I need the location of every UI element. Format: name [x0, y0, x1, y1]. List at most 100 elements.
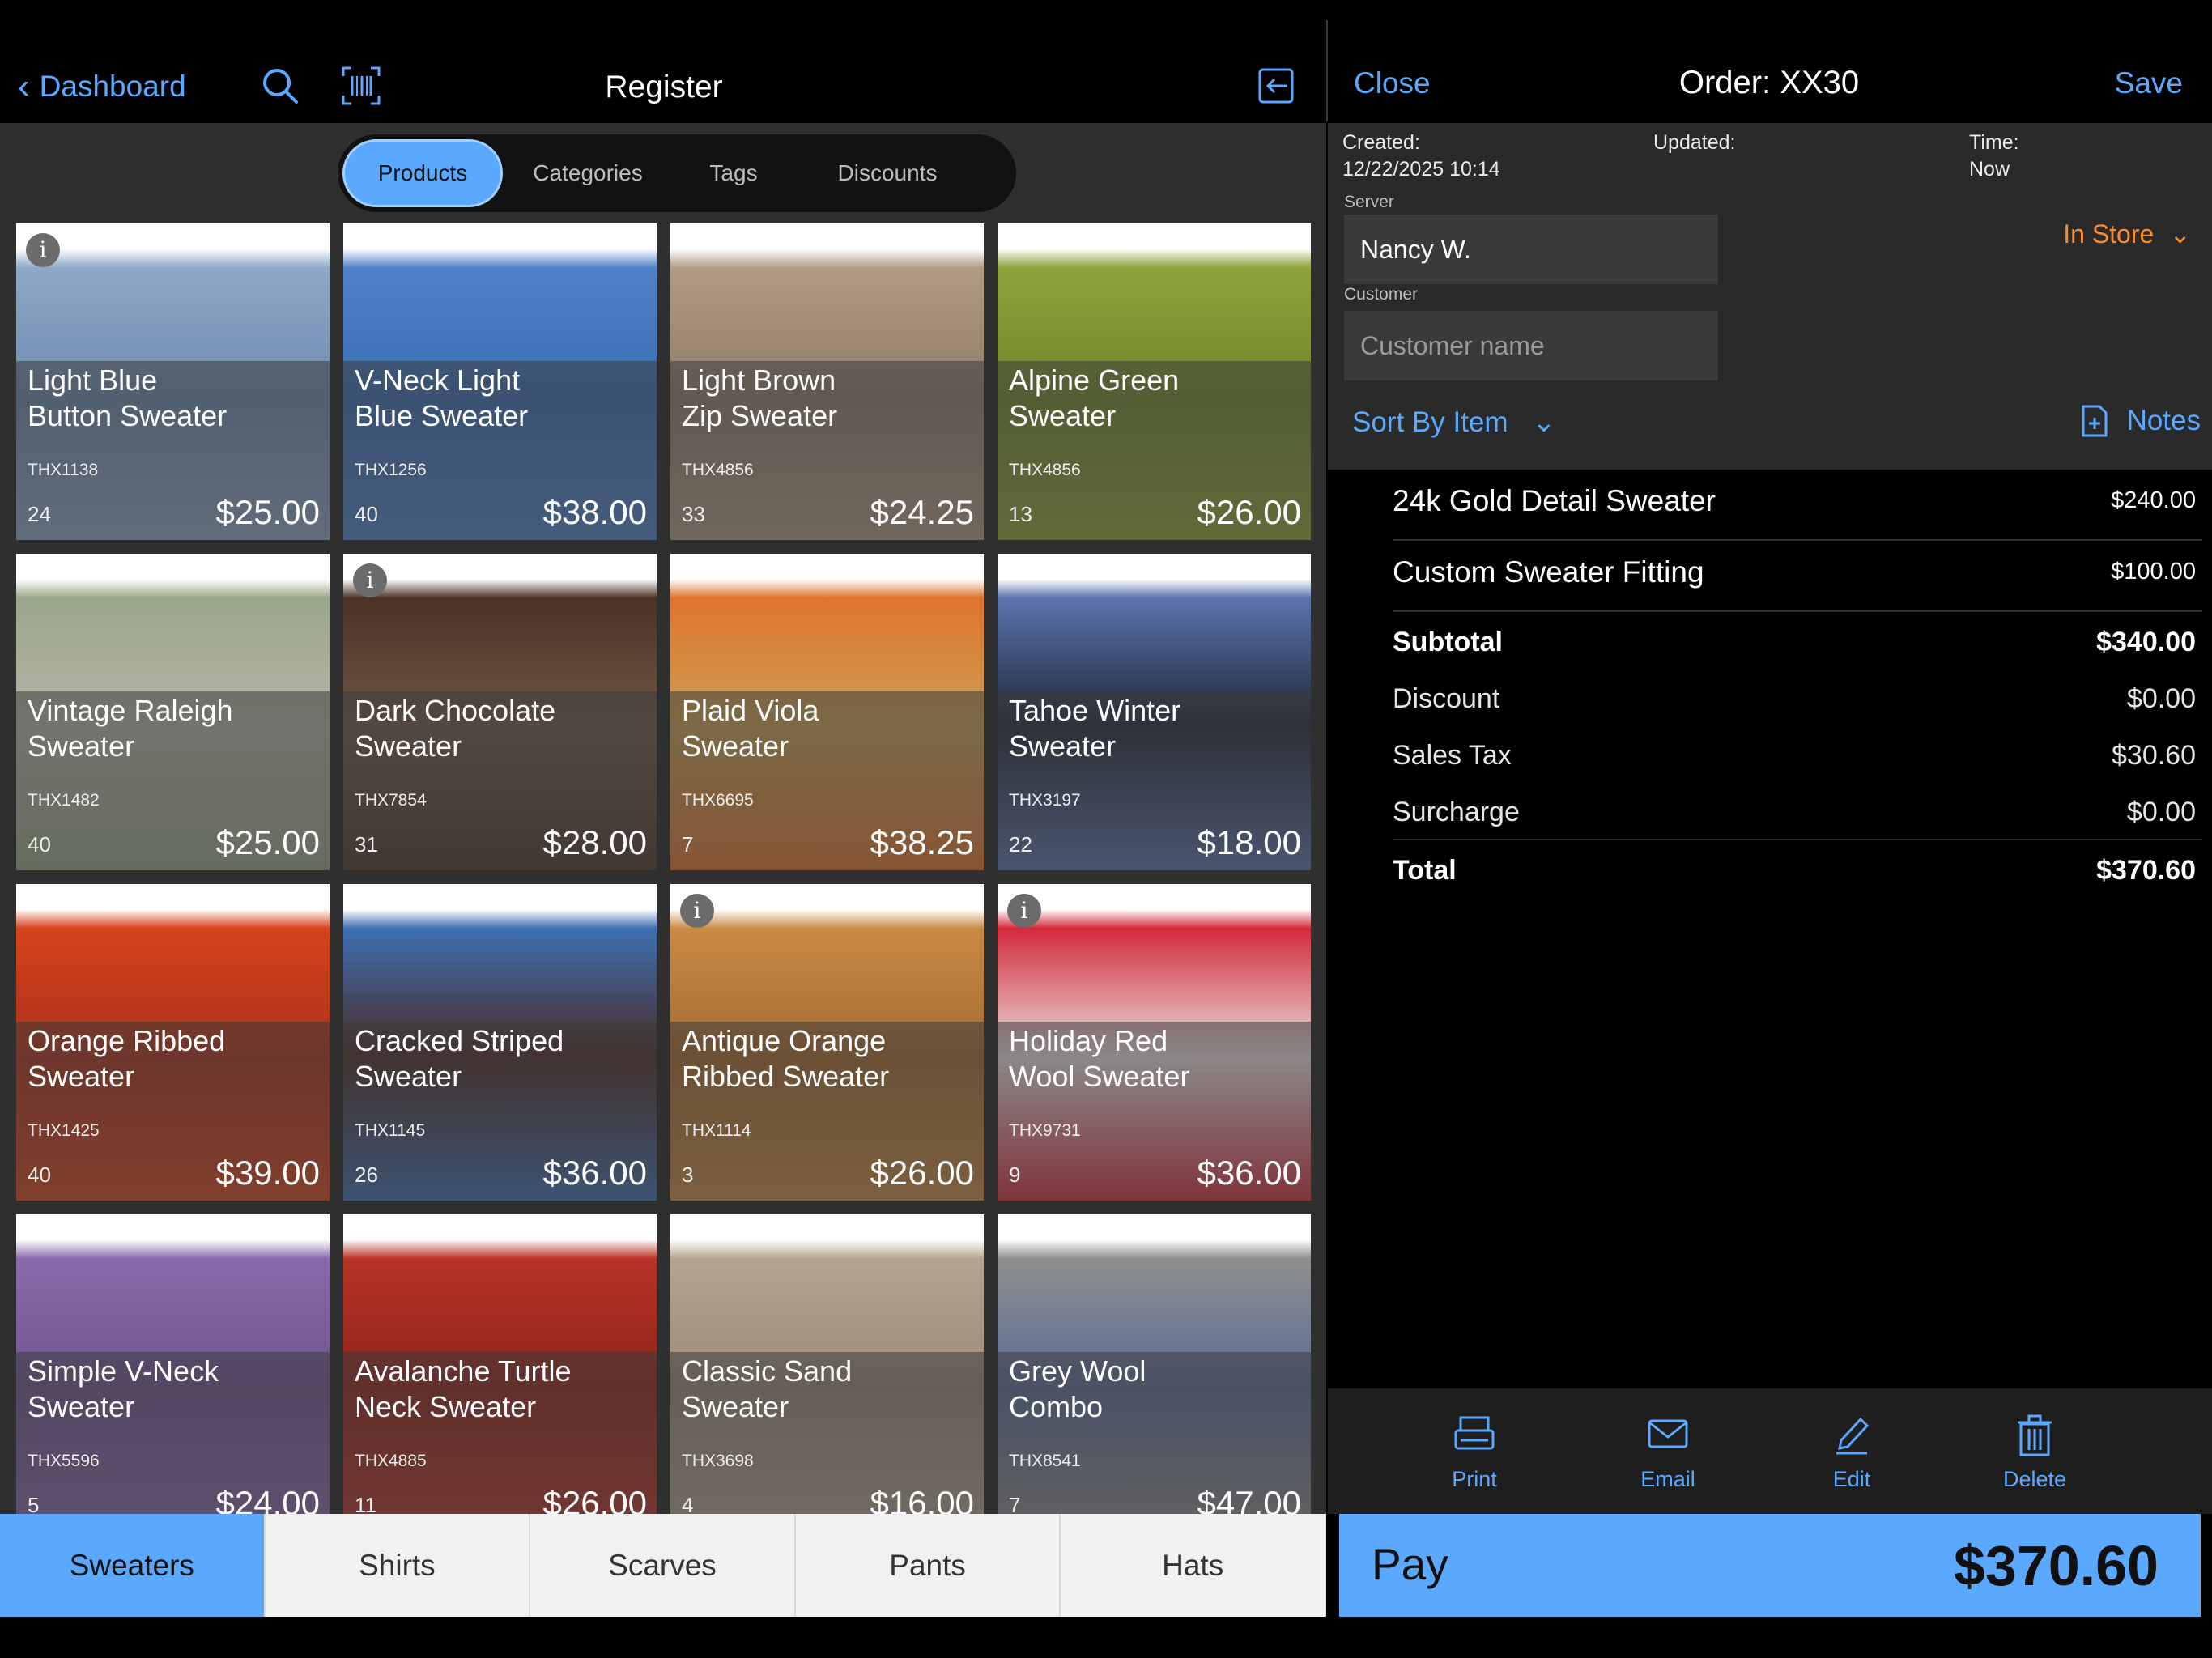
info-icon[interactable]: i	[353, 563, 387, 597]
product-price: $39.00	[215, 1154, 320, 1192]
segment-products[interactable]: Products	[342, 139, 503, 207]
product-sku: THX3197	[1009, 791, 1081, 810]
order-actions-bar: Print Email Edit Delete	[1328, 1388, 2212, 1514]
category-tab-hats[interactable]: Hats	[1061, 1514, 1326, 1617]
server-label: Server	[1344, 193, 1394, 211]
product-card[interactable]: Light Brown Zip Sweater THX4856 33 $24.25	[670, 223, 984, 540]
product-sku: THX1114	[682, 1121, 751, 1140]
order-type-dropdown[interactable]: In Store ⌄	[2063, 219, 2191, 249]
line-item-name: Custom Sweater Fitting	[1393, 555, 1704, 589]
order-form: Server Nancy W. Customer Customer name I…	[1328, 186, 2212, 470]
summary-row-surcharge: Surcharge $0.00	[1393, 782, 2202, 839]
order-line-item[interactable]: Custom Sweater Fitting $100.00	[1393, 541, 2202, 612]
product-card[interactable]: Avalanche Turtle Neck Sweater THX4885 11 $2…	[343, 1214, 657, 1514]
updated-label: Updated:	[1653, 131, 1736, 154]
product-card[interactable]: i Dark Chocolate Sweater THX7854 31 $28.00	[343, 554, 657, 870]
barcode-scan-icon[interactable]	[340, 65, 382, 107]
product-name: Dark Chocolate Sweater	[355, 694, 556, 763]
product-stock-count: 40	[355, 502, 378, 526]
product-card[interactable]: Alpine Green Sweater THX4856 13 $26.00	[998, 223, 1311, 540]
server-field[interactable]: Nancy W.	[1344, 215, 1718, 284]
category-tab-shirts[interactable]: Shirts	[266, 1514, 531, 1617]
product-name: Antique Orange Ribbed Sweater	[682, 1024, 890, 1093]
summary-value: $370.60	[2096, 855, 2196, 886]
dashboard-label: Dashboard	[39, 70, 186, 103]
product-sku: THX7854	[355, 791, 427, 810]
product-price: $28.00	[542, 823, 647, 861]
close-button[interactable]: Close	[1354, 66, 1431, 100]
summary-row-discount: Discount $0.00	[1393, 669, 2202, 725]
category-tab-scarves[interactable]: Scarves	[530, 1514, 796, 1617]
category-tab-pants[interactable]: Pants	[796, 1514, 1061, 1617]
product-name: V-Neck Light Blue Sweater	[355, 363, 529, 432]
product-price: $47.00	[1197, 1484, 1301, 1514]
order-meta: Created: 12/22/2025 10:14 Updated: Time:…	[1328, 123, 2212, 186]
product-card[interactable]: Plaid Viola Sweater THX6695 7 $38.25	[670, 554, 984, 870]
product-price: $26.00	[1197, 493, 1301, 531]
product-stock-count: 5	[28, 1493, 40, 1514]
product-sku: THX3698	[682, 1452, 754, 1470]
info-icon[interactable]: i	[680, 894, 714, 928]
category-tab-sweaters[interactable]: Sweaters	[0, 1514, 266, 1617]
product-name: Alpine Green Sweater	[1009, 363, 1180, 432]
product-card[interactable]: Vintage Raleigh Sweater THX1482 40 $25.00	[16, 554, 330, 870]
email-button[interactable]: Email	[1611, 1413, 1725, 1492]
product-sku: THX1425	[28, 1121, 100, 1140]
product-price: $24.25	[870, 493, 974, 531]
product-card[interactable]: V-Neck Light Blue Sweater THX1256 40 $38.00	[343, 223, 657, 540]
line-item-price: $240.00	[2111, 487, 2196, 513]
product-stock-count: 4	[682, 1493, 694, 1514]
segment-tags[interactable]: Tags	[673, 139, 794, 207]
product-name: Tahoe Winter Sweater	[1009, 694, 1181, 763]
product-card[interactable]: Classic Sand Sweater THX3698 4 $16.00	[670, 1214, 984, 1514]
product-card[interactable]: Orange Ribbed Sweater THX1425 40 $39.00	[16, 884, 330, 1201]
edit-button[interactable]: Edit	[1795, 1413, 1908, 1492]
notes-button[interactable]: Notes	[2078, 403, 2201, 439]
created-value: 12/22/2025 10:14	[1342, 158, 1500, 181]
product-card[interactable]: Simple V-Neck Sweater THX5596 5 $24.00	[16, 1214, 330, 1514]
info-icon[interactable]: i	[1007, 894, 1041, 928]
product-stock-count: 7	[682, 832, 694, 857]
pay-button[interactable]: Pay $370.60	[1339, 1514, 2201, 1617]
product-name: Orange Ribbed Sweater	[28, 1024, 226, 1093]
product-price: $26.00	[870, 1154, 974, 1192]
product-stock-count: 40	[28, 832, 51, 857]
product-name: Cracked Striped Sweater	[355, 1024, 564, 1093]
segment-discounts[interactable]: Discounts	[794, 139, 981, 207]
email-label: Email	[1640, 1467, 1695, 1491]
line-item-price: $100.00	[2111, 559, 2196, 585]
product-sku: THX9731	[1009, 1121, 1081, 1140]
product-stock-count: 31	[355, 832, 378, 857]
product-price: $25.00	[215, 823, 320, 861]
pay-amount: $370.60	[1953, 1534, 2159, 1597]
dashboard-back-link[interactable]: ‹ Dashboard	[18, 66, 186, 107]
product-card[interactable]: i Holiday Red Wool Sweater THX9731 9 $36.00	[998, 884, 1311, 1201]
customer-name-field[interactable]: Customer name	[1344, 311, 1718, 380]
order-line-item[interactable]: 24k Gold Detail Sweater $240.00	[1393, 470, 2202, 541]
summary-value: $0.00	[2126, 683, 2196, 714]
product-name: Light Blue Button Sweater	[28, 363, 228, 432]
product-sku: THX1145	[355, 1121, 426, 1140]
product-sku: THX4856	[682, 461, 754, 479]
info-icon[interactable]: i	[26, 233, 60, 267]
product-card[interactable]: Cracked Striped Sweater THX1145 26 $36.00	[343, 884, 657, 1201]
print-button[interactable]: Print	[1418, 1413, 1531, 1492]
product-card[interactable]: Tahoe Winter Sweater THX3197 22 $18.00	[998, 554, 1311, 870]
summary-row-subtotal: Subtotal $340.00	[1393, 612, 2202, 669]
product-sku: THX8541	[1009, 1452, 1081, 1470]
product-stock-count: 24	[28, 502, 51, 526]
save-button[interactable]: Save	[2115, 66, 2183, 100]
collapse-panel-icon[interactable]	[1255, 65, 1297, 107]
product-card[interactable]: i Light Blue Button Sweater THX1138 24 $25.0…	[16, 223, 330, 540]
delete-label: Delete	[2002, 1467, 2067, 1491]
created-label: Created:	[1342, 131, 1420, 154]
product-card[interactable]: Grey Wool Combo THX8541 7 $47.00	[998, 1214, 1311, 1514]
notes-icon	[2082, 405, 2108, 437]
summary-label: Discount	[1393, 683, 1500, 714]
delete-button[interactable]: Delete	[1978, 1413, 2091, 1492]
sort-by-dropdown[interactable]: Sort By Item ⌄	[1352, 406, 1556, 439]
segment-categories[interactable]: Categories	[503, 139, 673, 207]
pencil-icon	[1836, 1417, 1870, 1455]
search-icon[interactable]	[259, 65, 301, 107]
product-card[interactable]: i Antique Orange Ribbed Sweater THX1114 3 $2…	[670, 884, 984, 1201]
